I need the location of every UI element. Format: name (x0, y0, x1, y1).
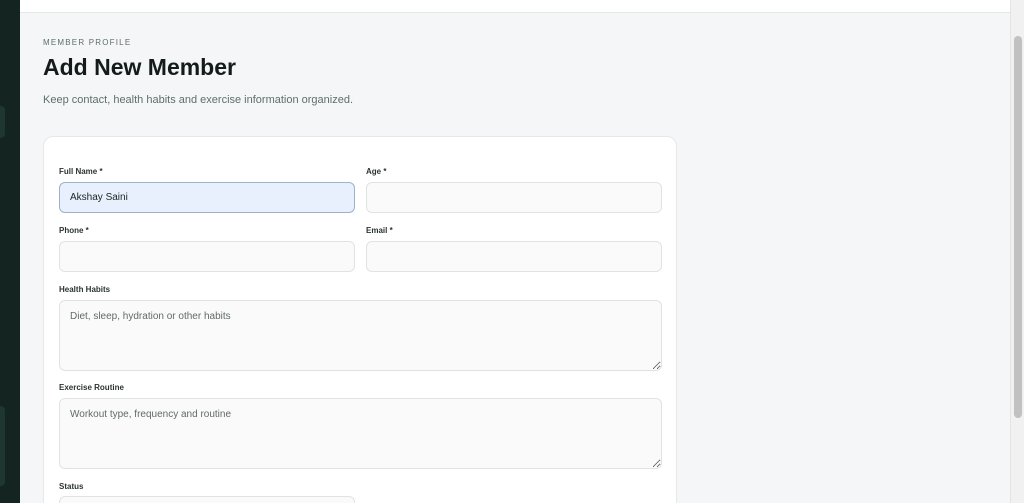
sidebar-item[interactable] (0, 106, 5, 138)
full-name-label: Full Name * (59, 167, 103, 176)
phone-input[interactable] (59, 241, 355, 272)
page-eyebrow: MEMBER PROFILE (43, 38, 132, 47)
health-habits-textarea[interactable] (59, 300, 662, 371)
full-name-input[interactable] (59, 182, 355, 213)
email-label: Email * (366, 226, 393, 235)
page-title: Add New Member (43, 54, 236, 80)
scrollbar-thumb[interactable] (1014, 36, 1022, 418)
phone-label: Phone * (59, 226, 89, 235)
page-scrollbar[interactable] (1010, 0, 1024, 503)
sidebar (0, 0, 20, 503)
exercise-routine-textarea[interactable] (59, 398, 662, 469)
health-habits-label: Health Habits (59, 285, 111, 294)
sidebar-item[interactable] (0, 406, 5, 486)
status-select[interactable] (59, 496, 355, 503)
email-input[interactable] (366, 241, 662, 272)
status-label: Status (59, 482, 84, 491)
exercise-routine-label: Exercise Routine (59, 383, 124, 392)
age-label: Age * (366, 167, 387, 176)
age-input[interactable] (366, 182, 662, 213)
member-form-card: Full Name * Age * Phone * Email * Health… (43, 136, 677, 503)
page-subtitle: Keep contact, health habits and exercise… (43, 94, 354, 106)
top-bar (20, 0, 1010, 13)
